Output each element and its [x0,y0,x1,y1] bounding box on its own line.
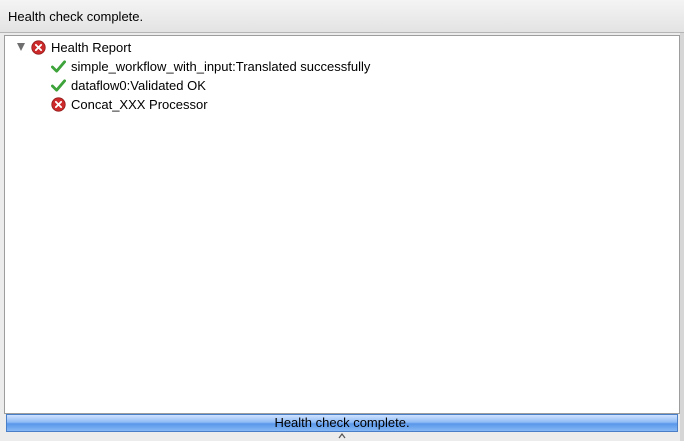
tree-node-label: Concat_XXX Processor [71,96,208,112]
error-icon [51,96,66,112]
tree-node-workflow[interactable]: simple_workflow_with_input:Translated su… [51,57,370,75]
tree-node-concat-processor[interactable]: Concat_XXX Processor [51,95,208,113]
error-icon [31,39,46,55]
disclosure-triangle-icon[interactable] [17,43,25,51]
tree-node-health-report[interactable]: Health Report [17,38,131,56]
checkmark-icon [51,59,66,73]
tree-node-label: simple_workflow_with_input:Translated su… [71,58,371,74]
tree-node-label: dataflow0:Validated OK [71,77,206,93]
status-text: Health check complete. [274,415,410,430]
window-title: Health check complete. [8,9,144,24]
status-bar: Health check complete. [6,414,678,432]
resize-grip-icon[interactable] [338,433,346,439]
window-right-edge [680,33,684,441]
checkmark-icon [51,78,66,92]
tree-node-label: Health Report [51,39,132,55]
health-report-panel: Health Report simple_workflow_with_input… [4,35,680,414]
title-bar: Health check complete. [0,0,684,33]
tree-node-dataflow[interactable]: dataflow0:Validated OK [51,76,206,94]
